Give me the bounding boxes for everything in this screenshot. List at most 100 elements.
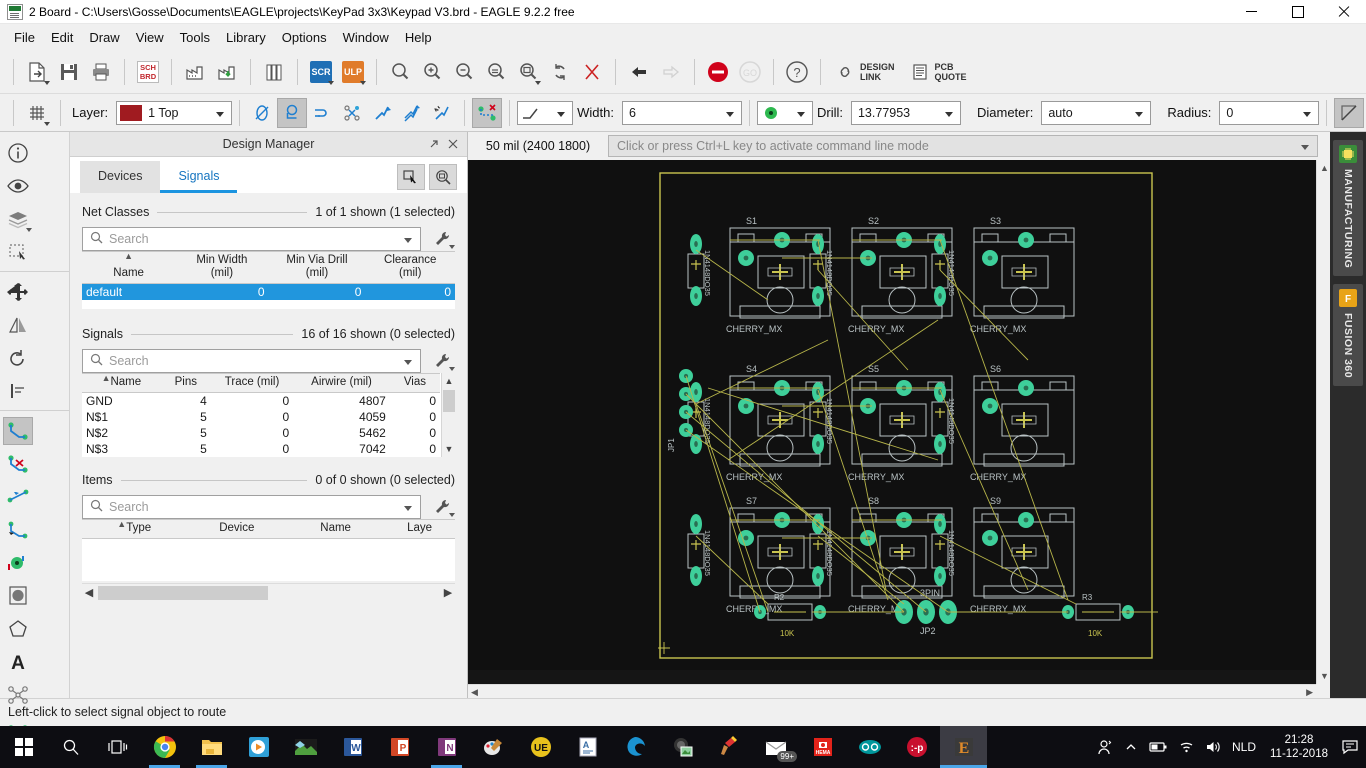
zoom-fit-icon[interactable] bbox=[384, 56, 416, 88]
table-row[interactable]: N$25054620 bbox=[82, 425, 440, 441]
stop-icon[interactable] bbox=[702, 56, 734, 88]
show-hidden-icons-icon[interactable] bbox=[1124, 740, 1138, 754]
library-manager-icon[interactable] bbox=[258, 56, 290, 88]
tab-signals[interactable]: Signals bbox=[160, 161, 237, 193]
col-clearance[interactable]: Clearance(mil) bbox=[365, 252, 455, 284]
save-icon[interactable] bbox=[53, 56, 85, 88]
people-icon[interactable] bbox=[1097, 739, 1114, 756]
miter-straight-icon[interactable] bbox=[1334, 98, 1364, 128]
radius-select[interactable]: 0 bbox=[1219, 101, 1319, 125]
pcb-canvas[interactable]: S1CHERRY_MXS2CHERRY_MXS3CHERRY_MXS4CHERR… bbox=[468, 160, 1316, 684]
task-view-icon[interactable] bbox=[94, 726, 141, 768]
language-indicator[interactable]: NLD bbox=[1232, 740, 1256, 754]
col-pins[interactable]: Pins bbox=[161, 374, 211, 393]
tab-devices[interactable]: Devices bbox=[80, 161, 160, 193]
paint-icon[interactable] bbox=[470, 726, 517, 768]
dock-tab-manufacturing[interactable]: MANUFACTURING bbox=[1333, 140, 1363, 276]
scroll-left-icon[interactable]: ◀ bbox=[471, 687, 478, 698]
col-layer[interactable]: Laye bbox=[384, 520, 455, 539]
screenshot-icon[interactable] bbox=[658, 726, 705, 768]
scroll-down-icon[interactable]: ▼ bbox=[442, 442, 456, 456]
minimize-button[interactable] bbox=[1228, 0, 1274, 24]
scroll-up-icon[interactable]: ▲ bbox=[442, 374, 456, 388]
grid-icon[interactable] bbox=[21, 97, 53, 129]
canvas-horizontal-scrollbar[interactable]: ◀ ▶ bbox=[468, 684, 1316, 698]
scroll-right-icon[interactable]: ▶ bbox=[1306, 687, 1313, 698]
windows-start-icon[interactable] bbox=[0, 726, 47, 768]
ripup-icon[interactable] bbox=[0, 447, 35, 480]
drill-select[interactable]: 13.77953 bbox=[851, 101, 961, 125]
print-icon[interactable] bbox=[85, 56, 117, 88]
pcb-quote-button[interactable]: PCB QUOTE bbox=[903, 56, 975, 88]
scrollbar-thumb[interactable] bbox=[98, 586, 268, 600]
manufacturing-export-icon[interactable] bbox=[211, 56, 243, 88]
ripup-icon[interactable] bbox=[337, 98, 367, 128]
select-items-icon[interactable] bbox=[397, 164, 425, 190]
run-ulp-icon[interactable]: ULP bbox=[337, 56, 369, 88]
design-link-button[interactable]: DESIGN LINK bbox=[828, 56, 903, 88]
route-manual-icon[interactable] bbox=[277, 98, 307, 128]
pulseaudio-icon[interactable]: :-p bbox=[893, 726, 940, 768]
menu-view[interactable]: View bbox=[128, 26, 172, 49]
col-item-name[interactable]: Name bbox=[287, 520, 384, 539]
items-search-input[interactable]: Search bbox=[82, 495, 421, 519]
route-net-icon[interactable] bbox=[472, 98, 502, 128]
onenote-icon[interactable]: N bbox=[423, 726, 470, 768]
col-type[interactable]: ▲Type bbox=[82, 520, 186, 539]
mirror-icon[interactable] bbox=[0, 308, 35, 341]
text-icon[interactable]: A bbox=[0, 645, 35, 678]
photos-icon[interactable] bbox=[282, 726, 329, 768]
menu-tools[interactable]: Tools bbox=[172, 26, 218, 49]
go-icon[interactable]: GO bbox=[734, 56, 766, 88]
signals-scrollbar[interactable]: ▲ ▼ bbox=[441, 373, 455, 457]
media-player-icon[interactable] bbox=[235, 726, 282, 768]
file-explorer-icon[interactable] bbox=[188, 726, 235, 768]
table-row[interactable]: default 0 0 0 bbox=[82, 284, 455, 301]
ratsnest-icon[interactable] bbox=[0, 678, 35, 711]
move-icon[interactable] bbox=[0, 275, 35, 308]
align-icon[interactable] bbox=[0, 374, 35, 407]
wifi-icon[interactable] bbox=[1178, 740, 1195, 754]
volume-icon[interactable] bbox=[1205, 740, 1222, 754]
net-classes-search-input[interactable]: Search bbox=[82, 227, 421, 251]
info-icon[interactable] bbox=[0, 136, 35, 169]
autoroute-icon[interactable] bbox=[367, 98, 397, 128]
circle-pad-icon[interactable] bbox=[0, 579, 35, 612]
width-select[interactable]: 6 bbox=[622, 101, 742, 125]
zoom-in-icon[interactable] bbox=[416, 56, 448, 88]
table-row[interactable]: N$15040590 bbox=[82, 409, 440, 425]
menu-help[interactable]: Help bbox=[397, 26, 440, 49]
menu-window[interactable]: Window bbox=[335, 26, 397, 49]
dock-tab-fusion360[interactable]: F FUSION 360 bbox=[1333, 284, 1363, 386]
cam-processor-icon[interactable] bbox=[179, 56, 211, 88]
zoom-out-icon[interactable] bbox=[448, 56, 480, 88]
col-trace[interactable]: Trace (mil) bbox=[211, 374, 293, 393]
switch-sch-brd-icon[interactable]: SCHBRD bbox=[132, 56, 164, 88]
table-row[interactable]: N$35070420 bbox=[82, 441, 440, 457]
optimize-route-icon[interactable] bbox=[427, 98, 457, 128]
menu-edit[interactable]: Edit bbox=[43, 26, 81, 49]
col-vias[interactable]: Vias bbox=[390, 374, 440, 393]
run-script-icon[interactable]: SCR bbox=[305, 56, 337, 88]
scroll-up-icon[interactable]: ▲ bbox=[1320, 163, 1329, 173]
layer-select[interactable]: 1 Top bbox=[116, 101, 232, 125]
mail-icon[interactable]: 99+ bbox=[752, 726, 799, 768]
menu-draw[interactable]: Draw bbox=[81, 26, 127, 49]
battery-icon[interactable] bbox=[1148, 740, 1168, 754]
menu-options[interactable]: Options bbox=[274, 26, 335, 49]
polygon-icon[interactable] bbox=[0, 612, 35, 645]
col-signal-name[interactable]: ▲Name bbox=[82, 374, 161, 393]
eagle-icon[interactable]: E bbox=[940, 726, 987, 768]
maximize-button[interactable] bbox=[1274, 0, 1320, 24]
display-layers-icon[interactable] bbox=[0, 202, 35, 235]
scroll-left-icon[interactable]: ◀ bbox=[82, 586, 96, 599]
scrollbar-thumb[interactable] bbox=[443, 390, 455, 412]
undo-icon[interactable] bbox=[623, 56, 655, 88]
col-device[interactable]: Device bbox=[186, 520, 287, 539]
redo-icon[interactable] bbox=[655, 56, 687, 88]
signals-settings-icon[interactable] bbox=[429, 349, 455, 373]
close-icon[interactable] bbox=[446, 137, 460, 151]
popout-icon[interactable] bbox=[427, 137, 441, 151]
autoroute-all-icon[interactable] bbox=[397, 98, 427, 128]
arduino-icon[interactable] bbox=[846, 726, 893, 768]
